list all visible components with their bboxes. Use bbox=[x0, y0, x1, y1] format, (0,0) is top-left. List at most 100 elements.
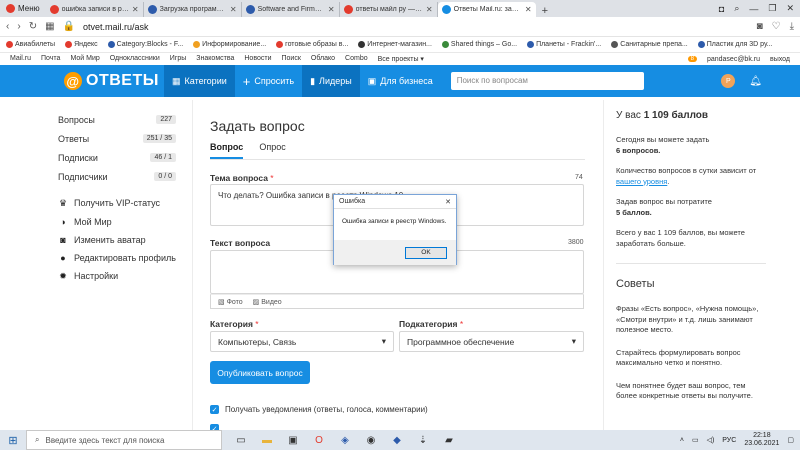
dialog-ok-button[interactable]: OK bbox=[405, 246, 447, 259]
camera-icon[interactable]: ◙ bbox=[757, 21, 763, 32]
attach-video-button[interactable]: ▨ Видео bbox=[253, 298, 282, 306]
minimize-icon[interactable]: — bbox=[749, 4, 758, 14]
sidebar-link[interactable]: ◑ Мой Мир bbox=[58, 213, 176, 231]
nav-ask[interactable]: + Спросить bbox=[235, 65, 302, 97]
close-window-icon[interactable]: ✕ bbox=[786, 3, 794, 14]
sidebar-stat-row[interactable]: Вопросы 227 bbox=[58, 110, 176, 129]
language-indicator[interactable]: РУС bbox=[722, 437, 736, 444]
level-link[interactable]: вашего уровня bbox=[616, 177, 667, 186]
url-field[interactable]: otvet.mail.ru/ask bbox=[83, 22, 749, 32]
notifications-icon[interactable]: ▢ bbox=[787, 436, 794, 444]
bookmark-item[interactable]: Интернет-магазин... bbox=[358, 41, 432, 48]
notify-checkbox-row[interactable]: ✓ Получать уведомления (ответы, голоса, … bbox=[210, 405, 428, 414]
publish-button[interactable]: Опубликовать вопрос bbox=[210, 361, 310, 384]
portal-link[interactable]: Мой Мир bbox=[70, 55, 99, 63]
task-view-icon[interactable]: ▭ bbox=[234, 435, 248, 446]
bookmark-item[interactable]: Shared things – Go... bbox=[441, 41, 517, 48]
new-tab-icon[interactable]: + bbox=[536, 5, 554, 17]
tab-close-icon[interactable]: ✕ bbox=[525, 5, 532, 14]
attach-photo-button[interactable]: ▧ Фото bbox=[218, 298, 243, 306]
lock-icon: 🔒 bbox=[62, 21, 75, 32]
portal-link[interactable]: Игры bbox=[170, 55, 187, 63]
opera-taskbar-icon[interactable]: O bbox=[312, 435, 326, 446]
portal-link[interactable]: Знакомства bbox=[196, 55, 234, 63]
nav-business[interactable]: ▣ Для бизнеса bbox=[360, 65, 441, 97]
sidebar-stat-row[interactable]: Подписки 46 / 1 bbox=[58, 148, 176, 167]
volume-icon[interactable]: ◁) bbox=[707, 436, 715, 444]
bookmark-label: готовые образы в... bbox=[285, 41, 349, 48]
logout-link[interactable]: выход bbox=[770, 56, 790, 63]
browser-tab[interactable]: Ответы Mail.ru: задать воп✕ bbox=[437, 2, 536, 17]
bookmark-item[interactable]: Пластик для 3D ру... bbox=[697, 41, 773, 48]
windows-start-icon[interactable]: ⊞ bbox=[0, 430, 26, 450]
search-tabs-icon[interactable]: ⌕ bbox=[734, 3, 739, 14]
portal-link[interactable]: Почта bbox=[41, 55, 60, 63]
file-explorer-icon[interactable]: ▬ bbox=[260, 435, 274, 446]
back-icon[interactable]: ‹ bbox=[6, 21, 9, 32]
maximize-icon[interactable]: ❐ bbox=[768, 3, 776, 14]
nav-leaders[interactable]: ▮ Лидеры bbox=[302, 65, 360, 97]
dialog-title: Ошибка bbox=[339, 198, 366, 205]
sidebar-stat-label: Подписчики bbox=[58, 171, 108, 182]
heart-icon[interactable]: ♡ bbox=[772, 21, 781, 32]
network-icon[interactable]: ▭ bbox=[692, 436, 699, 444]
tab-close-icon[interactable]: ✕ bbox=[132, 5, 139, 14]
home-grid-icon[interactable]: ▦ bbox=[45, 21, 54, 32]
sidebar-link[interactable]: ● Редактировать профиль bbox=[58, 249, 176, 267]
app-icon[interactable]: ◆ bbox=[390, 435, 404, 446]
bookmark-item[interactable]: Планеты - Frackin'... bbox=[527, 41, 601, 48]
forward-icon[interactable]: › bbox=[17, 21, 20, 32]
subcategory-select[interactable]: Программное обеспечение ▾ bbox=[399, 331, 584, 352]
sidebar-link[interactable]: ♛ Получить VIP-статус bbox=[58, 194, 176, 213]
sidebar-stat-row[interactable]: Ответы 251 / 35 bbox=[58, 129, 176, 148]
sidebar-link[interactable]: ✹ Настройки bbox=[58, 267, 176, 286]
reload-icon[interactable]: ↻ bbox=[29, 21, 37, 32]
download-icon[interactable]: ⤓ bbox=[790, 21, 794, 32]
bookmark-item[interactable]: Санитарные препа... bbox=[611, 41, 688, 48]
otvety-logo[interactable]: @ ОТВЕТЫ bbox=[0, 72, 164, 90]
camera-snapshot-icon[interactable]: ◘ bbox=[719, 4, 724, 14]
dialog-close-icon[interactable]: ✕ bbox=[445, 198, 451, 206]
browser-tab[interactable]: Software and Firmware Do✕ bbox=[242, 2, 340, 17]
tab-close-icon[interactable]: ✕ bbox=[230, 5, 237, 14]
folder-icon[interactable]: ▰ bbox=[442, 435, 456, 446]
browser-tab[interactable]: ошибка записи в реестр р✕ bbox=[46, 2, 144, 17]
avatar[interactable]: P bbox=[721, 74, 736, 88]
bookmark-item[interactable]: Category:Blocks - F... bbox=[107, 41, 183, 48]
virtualbox-icon[interactable]: ◈ bbox=[338, 435, 352, 446]
browser-tab[interactable]: Загрузка программного с✕ bbox=[144, 2, 242, 17]
taskbar-search-input[interactable]: ⌕ Введите здесь текст для поиска bbox=[26, 430, 222, 450]
portal-link[interactable]: Mail.ru bbox=[10, 55, 31, 63]
search-input[interactable]: Поиск по вопросам bbox=[450, 72, 644, 90]
tab-question[interactable]: Вопрос bbox=[210, 142, 244, 159]
tab-close-icon[interactable]: ✕ bbox=[426, 5, 433, 14]
download-tool-icon[interactable]: ⇣ bbox=[416, 435, 430, 446]
nav-categories[interactable]: ▦ Категории bbox=[164, 65, 235, 97]
browser-menu-button[interactable]: Меню bbox=[0, 0, 46, 17]
portal-link[interactable]: Одноклассники bbox=[110, 55, 160, 63]
chevron-up-icon[interactable]: ˄ bbox=[680, 437, 684, 444]
portal-link[interactable]: Новости bbox=[244, 55, 271, 63]
browser-tab[interactable]: ответы майл ру — Яндекс✕ bbox=[340, 2, 438, 17]
portal-link[interactable]: Облако bbox=[311, 55, 335, 63]
steam-icon[interactable]: ◉ bbox=[364, 435, 378, 446]
bookmark-item[interactable]: Яндекс bbox=[65, 41, 98, 48]
bookmark-item[interactable]: Информирование... bbox=[193, 41, 266, 48]
checkbox-checked-icon[interactable]: ✓ bbox=[210, 405, 219, 414]
sidebar-link[interactable]: ◙ Изменить аватар bbox=[58, 231, 176, 249]
bell-icon[interactable]: 🔔︎ bbox=[749, 76, 762, 87]
bookmark-item[interactable]: Авиабилеты bbox=[6, 41, 55, 48]
sidebar-stat-row[interactable]: Подписчики 0 / 0 bbox=[58, 167, 176, 186]
clock[interactable]: 22:18 23.06.2021 bbox=[744, 432, 779, 448]
bookmark-item[interactable]: готовые образы в... bbox=[276, 41, 348, 48]
user-email[interactable]: pandasec@bk.ru bbox=[707, 56, 760, 63]
category-select[interactable]: Компьютеры, Связь ▾ bbox=[210, 331, 394, 352]
store-icon[interactable]: ▣ bbox=[286, 435, 300, 446]
tab-poll[interactable]: Опрос bbox=[259, 142, 285, 159]
portal-link[interactable]: Поиск bbox=[281, 55, 300, 63]
tab-close-icon[interactable]: ✕ bbox=[328, 5, 335, 14]
tip-text: Старайтесь формулировать вопрос максимал… bbox=[616, 347, 741, 368]
portal-link[interactable]: Все проекты ▾ bbox=[378, 55, 424, 63]
portal-link[interactable]: Combo bbox=[345, 55, 368, 63]
notifications-badge[interactable]: 8 bbox=[687, 56, 697, 62]
